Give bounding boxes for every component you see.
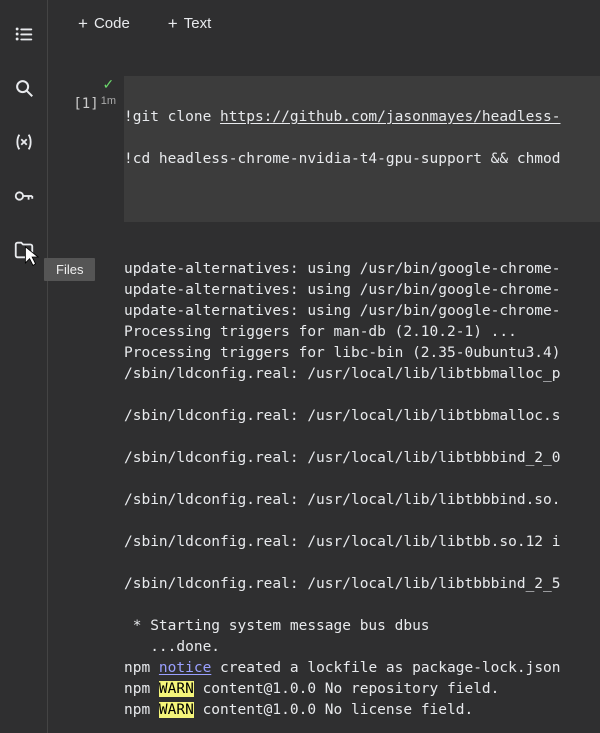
output-line: /sbin/ldconfig.real: /usr/local/lib/libt… xyxy=(124,534,561,550)
output-line: npm notice created a lockfile as package… xyxy=(124,660,561,676)
output-line: /sbin/ldconfig.real: /usr/local/lib/libt… xyxy=(124,576,561,592)
output-line: update-alternatives: using /usr/bin/goog… xyxy=(124,303,561,319)
plus-icon: + xyxy=(168,15,178,32)
toc-icon[interactable] xyxy=(12,22,36,46)
files-tooltip: Files xyxy=(44,258,95,281)
output-line: /sbin/ldconfig.real: /usr/local/lib/libt… xyxy=(124,366,561,382)
output-line: update-alternatives: using /usr/bin/goog… xyxy=(124,261,561,277)
add-text-label: Text xyxy=(184,15,212,32)
output-line: Processing triggers for man-db (2.10.2-1… xyxy=(124,324,517,340)
add-text-button[interactable]: + Text xyxy=(156,9,223,38)
left-sidebar xyxy=(0,0,48,733)
secrets-icon[interactable] xyxy=(12,184,36,208)
output-line: /sbin/ldconfig.real: /usr/local/lib/libt… xyxy=(124,492,561,508)
output-line: Processing triggers for libc-bin (2.35-0… xyxy=(124,345,561,361)
variables-icon[interactable] xyxy=(12,130,36,154)
code-text: !git clone xyxy=(124,109,220,125)
output-line: /sbin/ldconfig.real: /usr/local/lib/libt… xyxy=(124,450,561,466)
output-line: /sbin/ldconfig.real: /usr/local/lib/libt… xyxy=(124,408,561,424)
cell-output: update-alternatives: using /usr/bin/goog… xyxy=(124,238,600,733)
add-code-button[interactable]: + Code xyxy=(66,9,142,38)
notebook-cell: ✓ 1m [1] !git clone https://github.com/j… xyxy=(48,46,600,733)
output-line: update-alternatives: using /usr/bin/goog… xyxy=(124,282,561,298)
output-line: npm WARN content@1.0.0 No repository fie… xyxy=(124,681,499,697)
output-line: ...done. xyxy=(124,639,220,655)
add-code-label: Code xyxy=(94,15,130,32)
files-icon[interactable] xyxy=(12,238,36,262)
cell-prompt: [1] xyxy=(73,96,98,112)
code-text: !cd headless-chrome-nvidia-t4-gpu-suppor… xyxy=(124,149,600,170)
search-icon[interactable] xyxy=(12,76,36,100)
output-line: * Starting system message bus dbus xyxy=(124,618,430,634)
output-line: npm WARN content@1.0.0 No license field. xyxy=(124,702,473,718)
code-url: https://github.com/jasonmayes/headless- xyxy=(220,109,560,125)
main-area: + Code + Text ✓ 1m [1] !git clone https:… xyxy=(48,0,600,733)
plus-icon: + xyxy=(78,15,88,32)
code-input[interactable]: !git clone https://github.com/jasonmayes… xyxy=(124,76,600,222)
toolbar: + Code + Text xyxy=(48,0,600,46)
gutter: [1] xyxy=(48,76,124,733)
